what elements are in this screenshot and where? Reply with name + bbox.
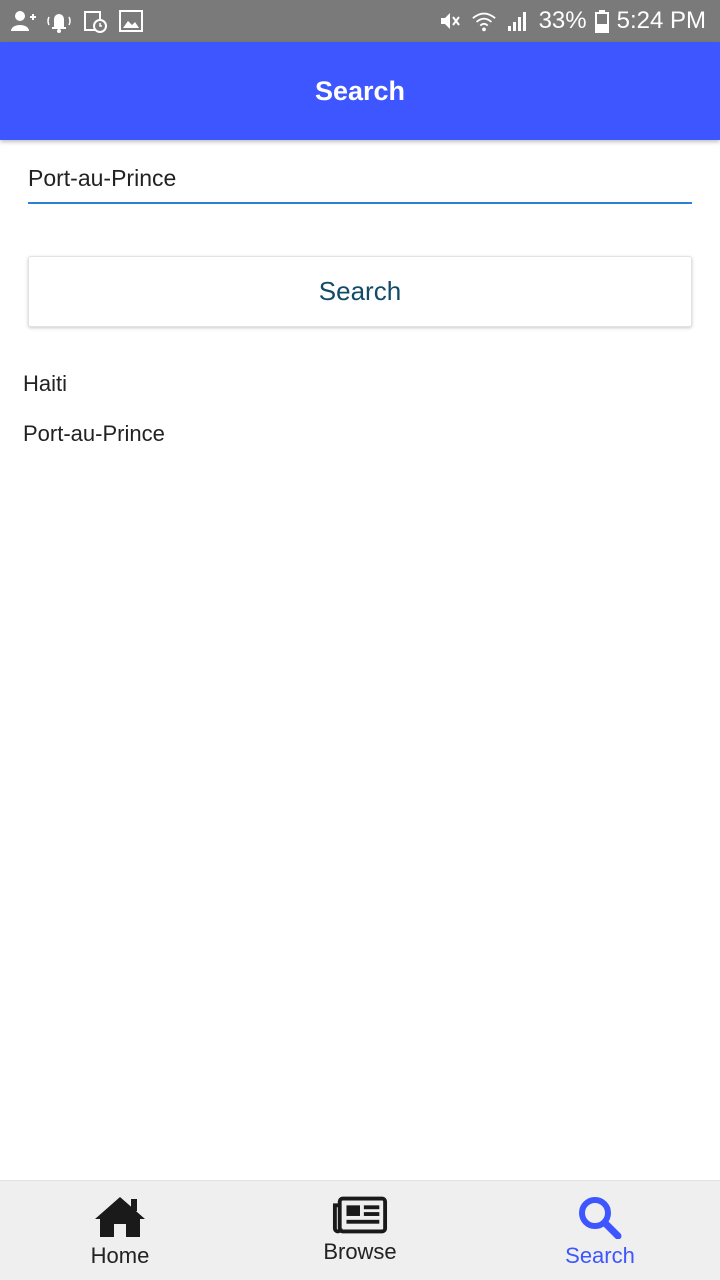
notification-bell-icon (46, 8, 72, 34)
search-icon (572, 1193, 628, 1241)
result-item-country[interactable]: Haiti (23, 368, 165, 418)
nav-label-home: Home (90, 1243, 150, 1268)
home-icon (92, 1193, 148, 1241)
result-item-city[interactable]: Port-au-Prince (23, 418, 165, 468)
nav-item-home[interactable]: Home (0, 1181, 240, 1280)
status-bar: 33% 5:24 PM (0, 0, 720, 42)
app-bar: Search (0, 42, 720, 140)
status-left-icons (10, 8, 144, 34)
nav-label-search: Search (565, 1243, 635, 1268)
clock-time: 5:24 PM (616, 7, 706, 34)
signal-icon (505, 8, 531, 34)
search-results: Haiti Port-au-Prince (23, 368, 165, 468)
status-right-icons: 33% 5:24 PM (437, 7, 706, 35)
mute-icon (437, 8, 463, 34)
page-title: Search (314, 75, 406, 106)
nav-label-browse: Browse (323, 1239, 397, 1264)
search-field-container (28, 156, 692, 204)
calendar-clock-icon (82, 8, 108, 34)
bottom-navigation: Home Browse Search (0, 1180, 720, 1280)
image-icon (118, 8, 144, 34)
add-user-icon (10, 8, 36, 34)
search-button-label: Search (318, 276, 402, 306)
newspaper-icon (332, 1193, 388, 1237)
nav-item-search[interactable]: Search (480, 1181, 720, 1280)
nav-item-browse[interactable]: Browse (240, 1181, 480, 1280)
search-input[interactable] (28, 156, 692, 200)
battery-icon (594, 8, 609, 34)
wifi-icon (471, 8, 497, 34)
battery-percent: 33% (538, 7, 587, 34)
search-button[interactable]: Search (28, 256, 692, 327)
